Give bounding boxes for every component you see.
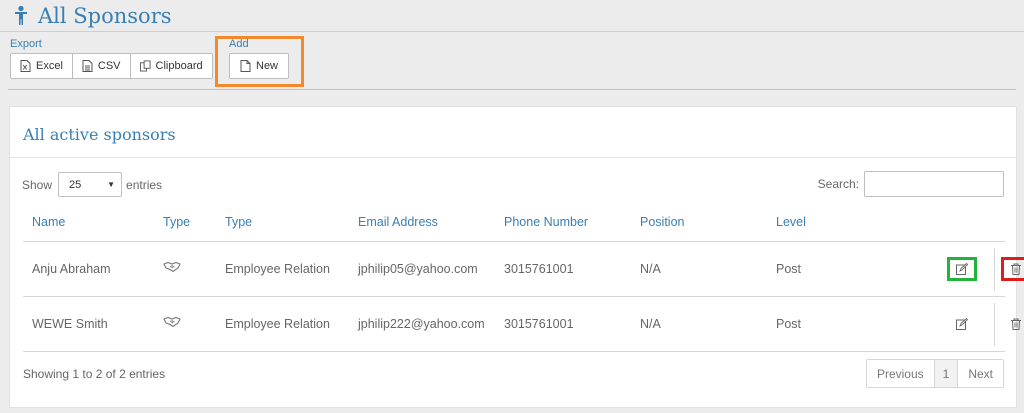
cell-type: Employee Relation: [216, 296, 349, 352]
pagination: Previous 1 Next: [865, 359, 1004, 388]
table-row: WEWE Smith Employee Relation jphilip222@…: [23, 296, 1021, 352]
cell-actions: [867, 296, 1021, 352]
new-button-highlight: [215, 36, 304, 87]
search-input[interactable]: [864, 171, 1004, 197]
column-header-email[interactable]: Email Address: [349, 203, 495, 242]
previous-page-button[interactable]: Previous: [866, 360, 935, 387]
sponsors-table: Name Type Type Email Address Phone Numbe…: [23, 203, 1024, 352]
cell-name: WEWE Smith: [23, 296, 154, 352]
cell-phone: 3015761001: [495, 296, 631, 352]
handshake-icon: [163, 261, 181, 273]
cell-phone: 3015761001: [495, 241, 631, 297]
edit-icon: [956, 317, 968, 330]
cell-actions: [867, 241, 1024, 297]
table-info: Showing 1 to 2 of 2 entries: [23, 367, 166, 381]
column-header-actions: [867, 203, 1005, 242]
actions-divider: [994, 302, 995, 346]
excel-button-label: Excel: [36, 60, 63, 72]
csv-button-label: CSV: [97, 60, 121, 72]
handshake-icon: [163, 316, 181, 328]
cell-position: N/A: [631, 241, 767, 297]
trash-icon: [1011, 318, 1021, 330]
entries-select-value: 25: [69, 178, 82, 191]
csv-button[interactable]: CSV: [72, 54, 131, 78]
edit-button[interactable]: [947, 256, 977, 281]
cell-type-icon: [154, 241, 216, 297]
edit-button[interactable]: [947, 312, 977, 336]
page-header: All Sponsors: [0, 0, 1024, 32]
table-row: Anju Abraham Employee Relation jphilip05…: [23, 241, 1024, 297]
column-header-type[interactable]: Type: [216, 203, 349, 242]
clipboard-button-label: Clipboard: [155, 60, 203, 72]
cell-level: Post: [767, 296, 867, 352]
excel-file-icon: [20, 60, 31, 72]
panel-divider: [10, 157, 1016, 158]
column-header-name[interactable]: Name: [23, 203, 154, 242]
csv-file-icon: [82, 60, 93, 72]
page-title: All Sponsors: [38, 3, 172, 28]
cell-type: Employee Relation: [216, 241, 349, 297]
copy-icon: [139, 60, 151, 72]
column-header-phone[interactable]: Phone Number: [495, 203, 631, 242]
sponsors-panel: All active sponsors Show 25 ▼ entries Se…: [9, 106, 1024, 408]
caret-down-icon: ▼: [107, 180, 116, 189]
show-label: Show: [22, 177, 53, 192]
cell-type-icon: [154, 296, 216, 352]
entries-label: entries: [126, 177, 163, 192]
delete-button[interactable]: [1001, 256, 1024, 281]
edit-icon: [956, 262, 968, 275]
export-button-group: Excel CSV Clipboard: [10, 53, 213, 79]
page-1-button[interactable]: 1: [934, 360, 959, 387]
clipboard-button[interactable]: Clipboard: [130, 54, 212, 78]
export-label: Export: [10, 38, 42, 50]
cell-email: jphilip222@yahoo.com: [349, 296, 495, 352]
length-control: Show 25 ▼ entries: [22, 172, 162, 197]
column-header-position[interactable]: Position: [631, 203, 767, 242]
excel-button[interactable]: Excel: [11, 54, 73, 78]
table-header-row: Name Type Type Email Address Phone Numbe…: [23, 203, 1005, 242]
search-control: Search:: [818, 171, 1004, 197]
person-icon: [15, 5, 27, 25]
column-header-level[interactable]: Level: [767, 203, 867, 242]
entries-select[interactable]: 25 ▼: [58, 172, 123, 197]
column-header-type-icon[interactable]: Type: [154, 203, 216, 242]
toolbar-divider: [8, 89, 1016, 90]
cell-email: jphilip05@yahoo.com: [349, 241, 495, 297]
delete-button[interactable]: [1001, 312, 1024, 336]
actions-divider: [994, 247, 995, 291]
trash-icon: [1011, 263, 1021, 275]
cell-position: N/A: [631, 296, 767, 352]
cell-level: Post: [767, 241, 867, 297]
cell-name: Anju Abraham: [23, 241, 154, 297]
panel-title: All active sponsors: [23, 125, 176, 144]
next-page-button[interactable]: Next: [958, 360, 1003, 387]
search-label: Search:: [817, 177, 859, 191]
